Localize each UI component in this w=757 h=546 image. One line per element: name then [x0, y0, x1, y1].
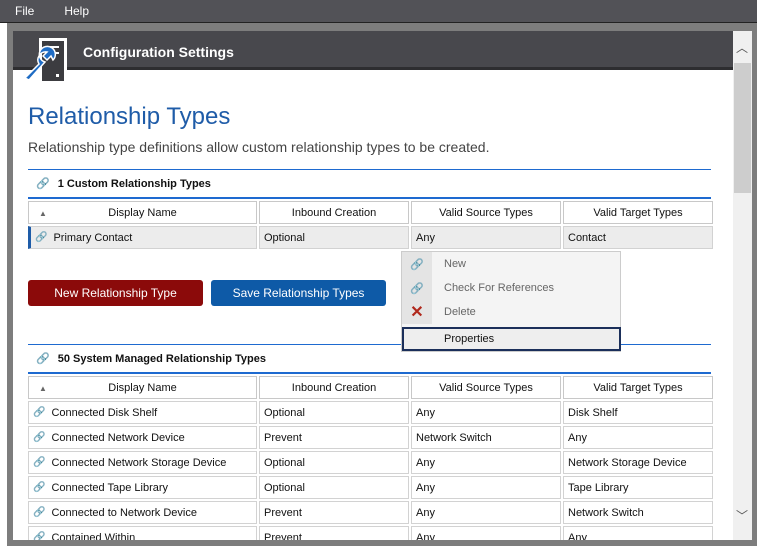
custom-section: 🔗 1 Custom Relationship Types ▲ Display N…: [28, 169, 713, 251]
context-menu: 🔗 New 🔗 Check For References ✕ Delete Prope…: [401, 251, 621, 352]
context-menu-check-references[interactable]: 🔗 Check For References: [402, 276, 620, 300]
new-relationship-icon: 🔗: [402, 252, 432, 276]
page-title: Relationship Types: [28, 103, 231, 130]
page-description: Relationship type definitions allow cust…: [28, 139, 490, 155]
scroll-down-icon[interactable]: ﹀: [736, 507, 748, 524]
new-relationship-type-button[interactable]: New Relationship Type: [28, 280, 203, 306]
relationship-type-icon: 🔗: [33, 507, 46, 518]
config-panel: Configuration Settings Relationship Type…: [13, 31, 733, 540]
table-header: ▲ Display Name Inbound Creation Valid Sou…: [28, 201, 713, 224]
relationship-type-icon: 🔗: [36, 178, 50, 190]
vertical-scrollbar[interactable]: ︿ ﹀: [733, 31, 752, 540]
system-section: 🔗 50 System Managed Relationship Types ▲…: [28, 344, 713, 540]
panel-header: Configuration Settings: [13, 31, 733, 70]
table-row[interactable]: 🔗 Connected Disk Shelf Optional Any Disk She…: [28, 401, 713, 424]
column-inbound-creation[interactable]: Inbound Creation: [259, 201, 409, 224]
column-display-name[interactable]: ▲ Display Name: [28, 201, 257, 224]
delete-x-icon: ✕: [402, 300, 432, 324]
system-section-title: 50 System Managed Relationship Types: [57, 352, 266, 365]
menu-help[interactable]: Help: [49, 4, 104, 18]
custom-section-header: 🔗 1 Custom Relationship Types: [28, 169, 711, 199]
relationship-type-icon: 🔗: [33, 532, 46, 540]
context-menu-properties[interactable]: Properties: [402, 327, 621, 351]
column-valid-target-types[interactable]: Valid Target Types: [563, 201, 713, 224]
configuration-wrench-icon: [25, 38, 67, 84]
system-table: ▲ Display Name Inbound Creation Valid Sou…: [26, 374, 715, 540]
column-valid-source-types[interactable]: Valid Source Types: [411, 376, 561, 399]
column-valid-target-types[interactable]: Valid Target Types: [563, 376, 713, 399]
table-row[interactable]: 🔗 Primary Contact Optional Any Contact: [28, 226, 713, 249]
menu-file[interactable]: File: [0, 4, 49, 18]
sort-up-icon: ▲: [39, 209, 47, 218]
check-references-icon: 🔗: [402, 276, 432, 300]
relationship-type-icon: 🔗: [33, 432, 46, 443]
table-row[interactable]: 🔗 Connected Tape Library Optional Any Tape L…: [28, 476, 713, 499]
context-menu-new[interactable]: 🔗 New: [402, 252, 620, 276]
save-relationship-types-button[interactable]: Save Relationship Types: [211, 280, 386, 306]
scrollbar-thumb[interactable]: [734, 63, 751, 193]
custom-section-title: 1 Custom Relationship Types: [57, 177, 211, 190]
column-valid-source-types[interactable]: Valid Source Types: [411, 201, 561, 224]
relationship-type-icon: 🔗: [33, 407, 46, 418]
splitter-handle[interactable]: [0, 23, 7, 546]
header-title: Configuration Settings: [83, 44, 234, 60]
table-row[interactable]: 🔗 Connected Network Storage Device Optiona…: [28, 451, 713, 474]
relationship-type-icon: 🔗: [33, 482, 46, 493]
scroll-up-icon[interactable]: ︿: [736, 39, 748, 56]
custom-table: ▲ Display Name Inbound Creation Valid Sou…: [26, 199, 715, 251]
column-display-name[interactable]: ▲ Display Name: [28, 376, 257, 399]
table-row[interactable]: 🔗 Connected to Network Device Prevent Any Ne…: [28, 501, 713, 524]
sort-up-icon: ▲: [39, 384, 47, 393]
context-menu-delete[interactable]: ✕ Delete: [402, 300, 620, 324]
menu-bar: File Help: [0, 0, 757, 23]
column-inbound-creation[interactable]: Inbound Creation: [259, 376, 409, 399]
relationship-type-icon: 🔗: [36, 353, 50, 365]
table-header: ▲ Display Name Inbound Creation Valid Sou…: [28, 376, 713, 399]
relationship-type-icon: 🔗: [35, 232, 48, 243]
table-row[interactable]: 🔗 Contained Within Prevent Any Any: [28, 526, 713, 540]
table-row[interactable]: 🔗 Connected Network Device Prevent Network …: [28, 426, 713, 449]
relationship-type-icon: 🔗: [33, 457, 46, 468]
